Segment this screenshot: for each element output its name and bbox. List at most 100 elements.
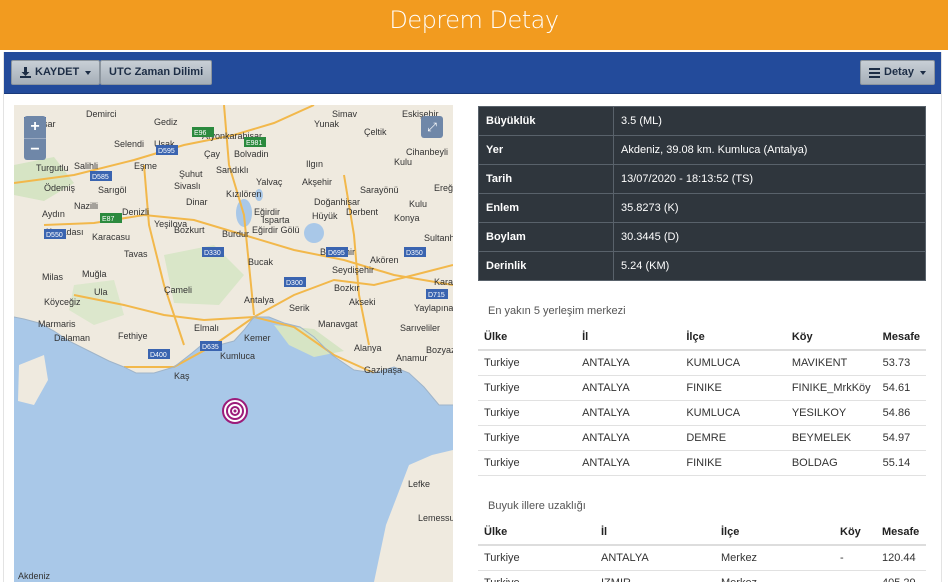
map-place-label: Turgutlu — [36, 163, 69, 173]
map-place-label: Akören — [370, 255, 399, 265]
map-place-label: Çameli — [164, 285, 192, 295]
map-place-label: Yalvaç — [256, 177, 283, 187]
table-cell: 53.73 — [876, 350, 926, 376]
table-cell: BOLDAG — [785, 450, 877, 476]
detail-menu-button[interactable]: Detay — [860, 60, 935, 85]
utc-timezone-label: UTC Zaman Dilimi — [109, 66, 204, 78]
map-place-label: Hüyük — [312, 211, 338, 221]
map-place-label: Sarıveliler — [400, 323, 440, 333]
info-key: Boylam — [478, 222, 614, 252]
column-header: Mesafe — [876, 324, 926, 351]
table-cell: 54.61 — [876, 375, 926, 401]
map-place-label: Çay — [204, 149, 221, 159]
map-place-label: Ödemiş — [44, 183, 76, 193]
info-row: Tarih 13/07/2020 - 18:13:52 (TS) — [478, 164, 926, 194]
map-place-label: Gediz — [154, 117, 178, 127]
nearest-settlements-table: Ülke İl İlçe Köy Mesafe Turkiye ANTALYA KUMLUC… — [478, 324, 926, 476]
table-row: TurkiyeIZMIRMerkez 405.29 — [478, 570, 926, 582]
column-header: Mesafe — [876, 519, 926, 546]
table-cell: Turkiye — [478, 425, 577, 451]
map-place-label: Milas — [42, 272, 64, 282]
map-place-label: Cihanbeyli — [406, 147, 448, 157]
map-place-label: Elmalı — [194, 323, 219, 333]
map-place-label: Dalaman — [54, 333, 90, 343]
info-key: Yer — [478, 135, 614, 165]
fullscreen-icon[interactable]: ⤢ — [421, 116, 443, 138]
map-zoom-control: + − — [24, 116, 46, 160]
table-cell: FINIKE — [680, 450, 786, 476]
earthquake-map[interactable]: hisarDemirciGedizAfyonkarahisarYunakÇelt… — [14, 105, 453, 582]
map-place-label: Demirci — [86, 109, 117, 119]
map-place-label: Doğanhisar — [314, 197, 360, 207]
table-cell: 120.44 — [876, 545, 926, 571]
table-cell: MAVIKENT — [785, 350, 877, 376]
road-shield-label: D635 — [202, 344, 219, 351]
column-header: Ülke — [478, 519, 595, 546]
map-place-label: Köyceğiz — [44, 297, 81, 307]
table-cell: DEMRE — [680, 425, 786, 451]
table-cell: ANTALYA — [576, 425, 681, 451]
page-title: Deprem Detay — [389, 6, 559, 34]
table-cell: FINIKE — [680, 375, 786, 401]
map-place-label: Yunak — [314, 119, 340, 129]
table-cell: ANTALYA — [576, 350, 681, 376]
info-value: 5.24 (KM) — [613, 251, 926, 281]
toolbar: KAYDET UTC Zaman Dilimi Detay — [4, 52, 941, 94]
table-cell: Turkiye — [478, 450, 577, 476]
info-key: Tarih — [478, 164, 614, 194]
save-button[interactable]: KAYDET — [11, 60, 101, 85]
map-place-label: Marmaris — [38, 319, 76, 329]
info-row: Boylam 30.3445 (D) — [478, 222, 926, 252]
map-place-label: Yaylapınar — [414, 303, 453, 313]
map-place-label: Kaş — [174, 371, 190, 381]
info-row: Büyüklük 3.5 (ML) — [478, 106, 926, 136]
column-header: İlçe — [715, 519, 834, 546]
info-row: Derinlik 5.24 (KM) — [478, 251, 926, 281]
table-row: Turkiye ANTALYA FINIKE FINIKE_MrkKöy 54.61 — [478, 375, 926, 401]
info-value: 30.3445 (D) — [613, 222, 926, 252]
download-icon — [20, 67, 31, 78]
map-place-label: Alanya — [354, 343, 382, 353]
info-value: Akdeniz, 39.08 km. Kumluca (Antalya) — [613, 135, 926, 165]
zoom-in-button[interactable]: + — [24, 116, 46, 138]
map-place-label: Kemer — [244, 333, 271, 343]
map-place-label: Akşehir — [302, 177, 332, 187]
zoom-out-button[interactable]: − — [24, 138, 46, 160]
utc-timezone-button[interactable]: UTC Zaman Dilimi — [100, 60, 213, 85]
map-place-label: Çeltik — [364, 127, 387, 137]
map-place-label: Muğla — [82, 269, 107, 279]
info-key: Büyüklük — [478, 106, 614, 136]
map-place-label: Kulu — [409, 199, 427, 209]
map-place-label: Kumluca — [220, 351, 255, 361]
menu-icon — [869, 67, 880, 78]
map-place-label: Karacasu — [92, 232, 130, 242]
map-place-label: Gazipaşa — [364, 365, 402, 375]
map-place-label: Eğirdir Gölü — [252, 225, 300, 235]
map-place-label: Anamur — [396, 353, 428, 363]
table-cell — [834, 570, 876, 582]
info-key: Derinlik — [478, 251, 614, 281]
table-cell: FINIKE_MrkKöy — [785, 375, 877, 401]
map-place-label: Bucak — [248, 257, 274, 267]
map-place-label: Aydın — [42, 209, 65, 219]
table-row: Turkiye ANTALYA FINIKE BOLDAG 55.14 — [478, 450, 926, 476]
map-place-label: Antalya — [244, 295, 274, 305]
table-cell: Turkiye — [478, 350, 577, 376]
info-value: 13/07/2020 - 18:13:52 (TS) — [613, 164, 926, 194]
road-shield-label: D585 — [92, 174, 109, 181]
road-shield-label: D300 — [286, 280, 303, 287]
map-place-label: Nazilli — [74, 201, 98, 211]
page-header: Deprem Detay — [0, 0, 948, 50]
table-cell: Merkez — [715, 545, 834, 571]
map-place-label: Sarayönü — [360, 185, 399, 195]
map-place-label: Denizli — [122, 207, 149, 217]
road-shield-label: D695 — [328, 250, 345, 257]
road-shield-label: D400 — [150, 352, 167, 359]
map-place-label: Sultanhanı — [424, 233, 453, 243]
column-header: İl — [595, 519, 715, 546]
map-place-label: Seydişehir — [332, 265, 374, 275]
info-value: 3.5 (ML) — [613, 106, 926, 136]
map-place-label: Akdeniz — [18, 571, 51, 581]
map-place-label: Bozyazı — [426, 345, 453, 355]
map-place-label: Bolvadin — [234, 149, 269, 159]
